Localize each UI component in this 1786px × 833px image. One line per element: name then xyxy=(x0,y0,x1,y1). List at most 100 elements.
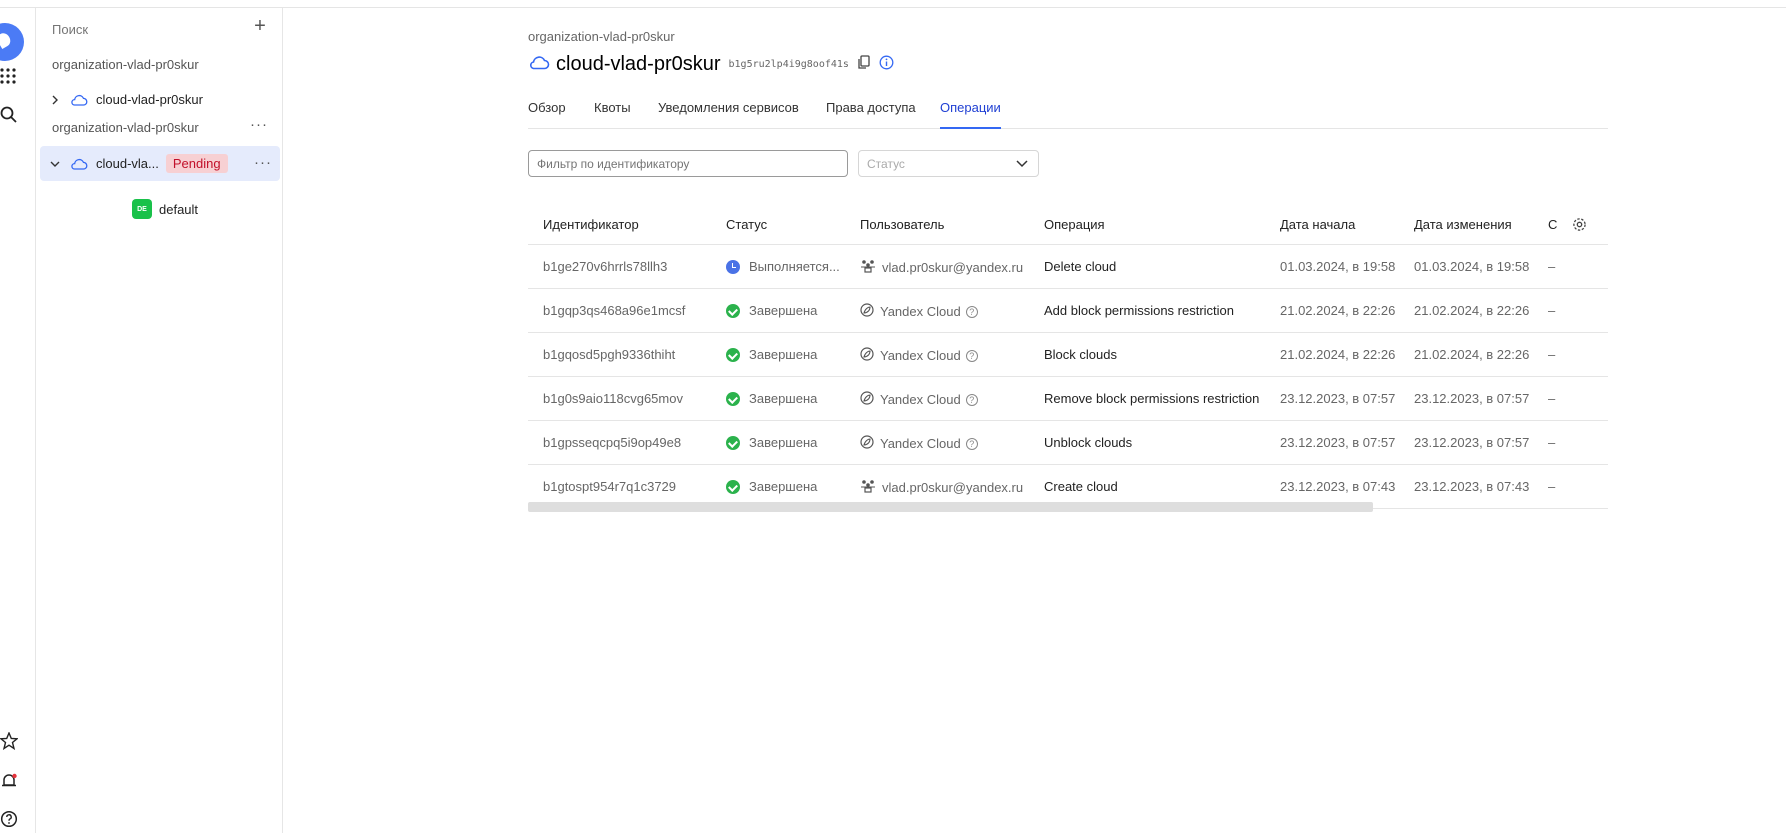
resource-sidebar: + organization-vlad-pr0skur cloud-vlad-p… xyxy=(36,8,283,833)
help-icon[interactable]: ? xyxy=(965,305,978,318)
status-cell: Завершена xyxy=(726,435,817,450)
status-text: Выполняется... xyxy=(749,259,840,274)
tab-quotas[interactable]: Квоты xyxy=(594,100,631,127)
start-date-cell: 21.02.2024, в 22:26 xyxy=(1280,347,1395,362)
status-cell: Завершена xyxy=(726,347,817,362)
start-date-cell: 23.12.2023, в 07:57 xyxy=(1280,391,1395,406)
check-circle-icon xyxy=(726,435,740,450)
cloud-icon xyxy=(528,54,550,75)
breadcrumb[interactable]: organization-vlad-pr0skur xyxy=(528,29,675,44)
tab-operations[interactable]: Операции xyxy=(940,100,1001,129)
column-header-operation[interactable]: Операция xyxy=(1044,217,1105,232)
operation-cell: Add block permissions restriction xyxy=(1044,303,1234,318)
user-cell: Yandex Cloud? xyxy=(860,391,978,408)
help-icon[interactable]: ? xyxy=(965,393,978,406)
tab-service-notifications[interactable]: Уведомления сервисов xyxy=(658,100,799,127)
table-row[interactable]: b1ge270v6hrrls78llh3 Выполняется... vlad.p… xyxy=(528,245,1608,289)
column-header-user[interactable]: Пользователь xyxy=(860,217,944,232)
user-cell: Yandex Cloud? xyxy=(860,347,978,364)
table-row[interactable]: b1gpsseqcpq5i9op49e8 Завершена Yandex Clou… xyxy=(528,421,1608,465)
chevron-right-icon[interactable] xyxy=(40,95,70,105)
check-circle-icon xyxy=(726,303,740,318)
status-cell: Завершена xyxy=(726,479,817,494)
org-label[interactable]: organization-vlad-pr0skur xyxy=(52,120,199,135)
table-header: Идентификатор Статус Пользователь Операц… xyxy=(528,205,1608,245)
user-text: vlad.pr0skur@yandex.ru xyxy=(882,480,1024,495)
user-account-icon xyxy=(860,259,876,276)
add-button[interactable]: + xyxy=(250,16,270,36)
star-icon[interactable] xyxy=(0,732,18,750)
bell-icon[interactable] xyxy=(0,772,18,790)
help-icon[interactable] xyxy=(0,810,18,828)
start-date-text: 23.12.2023, в 07:57 xyxy=(1280,435,1396,450)
operation-id[interactable]: b1gqp3qs468a96e1mcsf xyxy=(543,303,685,318)
page-title: cloud-vlad-pr0skur xyxy=(556,53,721,75)
tab-access-rights[interactable]: Права доступа xyxy=(826,100,916,127)
column-header-extra[interactable]: С xyxy=(1548,217,1557,232)
tab-overview[interactable]: Обзор xyxy=(528,100,566,127)
chevron-down-icon[interactable] xyxy=(40,159,70,169)
help-icon[interactable]: ? xyxy=(965,437,978,450)
column-header-modified[interactable]: Дата изменения xyxy=(1414,217,1512,232)
info-icon[interactable] xyxy=(879,55,894,75)
table-row[interactable]: b1g0s9aio118cvg65mov Завершена Yandex Clou… xyxy=(528,377,1608,421)
tree-item-folder[interactable]: default xyxy=(159,202,198,217)
help-icon[interactable]: ? xyxy=(965,349,978,362)
horizontal-scrollbar[interactable] xyxy=(528,502,1373,512)
operation-id-text: b1ge270v6hrrls78llh3 xyxy=(543,259,668,274)
extra-text: – xyxy=(1548,347,1556,362)
start-date-cell: 23.12.2023, в 07:57 xyxy=(1280,435,1395,450)
id-filter-input[interactable] xyxy=(528,150,848,177)
apps-grid-icon[interactable] xyxy=(0,67,18,85)
extra-cell: – xyxy=(1548,479,1555,494)
modified-date-text: 23.12.2023, в 07:57 xyxy=(1414,391,1530,406)
operation-text: Unblock clouds xyxy=(1044,435,1133,450)
org-label[interactable]: organization-vlad-pr0skur xyxy=(52,57,199,72)
more-options-icon[interactable]: ··· xyxy=(250,116,268,133)
cloud-icon xyxy=(70,94,90,106)
column-header-status[interactable]: Статус xyxy=(726,217,767,232)
more-options-icon[interactable]: ··· xyxy=(254,154,272,171)
operation-id[interactable]: b1g0s9aio118cvg65mov xyxy=(543,391,683,406)
extra-text: – xyxy=(1548,259,1556,274)
page-header: cloud-vlad-pr0skur b1g5ru2lp4i9g8oof41s xyxy=(528,53,894,76)
search-icon[interactable] xyxy=(0,106,18,124)
table-row[interactable]: b1gqp3qs468a96e1mcsf Завершена Yandex Clou… xyxy=(528,289,1608,333)
modified-date-cell: 23.12.2023, в 07:57 xyxy=(1414,391,1529,406)
start-date-text: 23.12.2023, в 07:57 xyxy=(1280,391,1396,406)
system-account-icon xyxy=(860,347,874,364)
operation-text: Create cloud xyxy=(1044,479,1118,494)
table-row[interactable]: b1gqosd5pgh9336thiht Завершена Yandex Clou… xyxy=(528,333,1608,377)
operation-id[interactable]: b1ge270v6hrrls78llh3 xyxy=(543,259,667,274)
tree-item-label: cloud-vlad-pr0skur xyxy=(96,92,203,107)
operation-id-text: b1gqosd5pgh9336thiht xyxy=(543,347,676,362)
operation-id-text: b1gpsseqcpq5i9op49e8 xyxy=(543,435,682,450)
column-header-start[interactable]: Дата начала xyxy=(1280,217,1355,232)
modified-date-text: 23.12.2023, в 07:57 xyxy=(1414,435,1530,450)
check-circle-icon xyxy=(726,391,740,406)
tree-item-cloud-selected[interactable]: cloud-vla... Pending ··· xyxy=(40,146,280,181)
status-select[interactable]: Статус xyxy=(858,150,1039,177)
extra-cell: – xyxy=(1548,391,1555,406)
tree-item-label: cloud-vla... xyxy=(96,156,159,171)
bookmarks-bar xyxy=(0,0,1786,8)
modified-date-cell: 21.02.2024, в 22:26 xyxy=(1414,347,1529,362)
operation-id[interactable]: b1gpsseqcpq5i9op49e8 xyxy=(543,435,681,450)
settings-gear-icon[interactable] xyxy=(1572,217,1587,237)
operation-cell: Create cloud xyxy=(1044,479,1118,494)
search-input[interactable] xyxy=(52,19,262,39)
check-circle-icon xyxy=(726,479,740,494)
modified-date-text: 01.03.2024, в 19:58 xyxy=(1414,259,1530,274)
modified-date-cell: 21.02.2024, в 22:26 xyxy=(1414,303,1529,318)
copy-icon[interactable] xyxy=(857,54,871,75)
system-account-icon xyxy=(860,303,874,320)
tree-item-cloud[interactable]: cloud-vlad-pr0skur xyxy=(40,82,280,117)
icon-rail xyxy=(0,8,36,833)
column-header-id[interactable]: Идентификатор xyxy=(543,217,639,232)
start-date-text: 01.03.2024, в 19:58 xyxy=(1280,259,1396,274)
operation-id[interactable]: b1gtospt954r7q1c3729 xyxy=(543,479,676,494)
user-text: Yandex Cloud xyxy=(880,436,961,451)
extra-cell: – xyxy=(1548,435,1555,450)
operation-id[interactable]: b1gqosd5pgh9336thiht xyxy=(543,347,675,362)
yandex-cloud-logo-icon[interactable] xyxy=(0,23,24,61)
